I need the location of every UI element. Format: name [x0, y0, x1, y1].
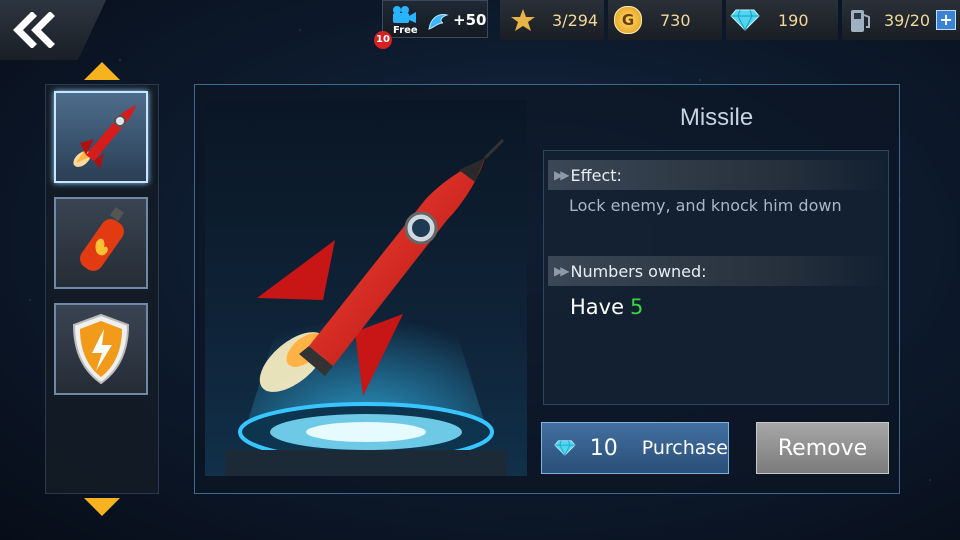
owned-heading-label: Numbers owned: [570, 261, 707, 281]
have-label: Have [570, 295, 625, 319]
scroll-up-arrow-icon[interactable] [84, 62, 120, 80]
gold-counter: G 730 [608, 0, 722, 40]
star-icon [511, 9, 535, 31]
item-title: Missile [679, 104, 754, 131]
gold-value: 730 [660, 10, 691, 30]
gold-coin-icon: G [614, 6, 642, 34]
purchase-cost: 10 [589, 435, 618, 461]
rocket-icon [73, 105, 136, 169]
diamond-value: 190 [778, 10, 809, 30]
video-badge: 10 [374, 31, 392, 49]
purchase-button[interactable]: 10 Purchase [541, 422, 729, 474]
item-slot-shield[interactable] [54, 303, 148, 395]
video-free-label: Free [393, 25, 418, 36]
double-triangle-icon: ▶▶ [554, 168, 570, 182]
remove-button[interactable]: Remove [756, 422, 889, 474]
video-camera-icon [393, 6, 416, 23]
item-slot-missile[interactable] [54, 91, 148, 183]
lightning-shield-icon [72, 313, 130, 385]
stars-counter: 3/294 [500, 0, 604, 40]
effect-description: Lock enemy, and knock him down [569, 196, 842, 215]
fire-extinguisher-icon [80, 207, 124, 271]
fuel-pump-icon [851, 10, 870, 32]
have-count: 5 [630, 295, 644, 319]
missile-preview-illustration [225, 138, 507, 476]
diamond-counter: 190 [726, 0, 838, 40]
effect-heading-label: Effect: [570, 165, 622, 185]
blue-energy-icon [428, 14, 449, 30]
diamond-icon [554, 440, 576, 457]
owned-count: Have 5 [570, 295, 643, 319]
video-bonus-value: +50 [453, 11, 487, 29]
add-fuel-button[interactable]: + [936, 10, 957, 30]
fuel-value: 39/20 [884, 10, 931, 30]
scroll-down-arrow-icon[interactable] [84, 498, 120, 516]
owned-heading: ▶▶ Numbers owned: [548, 256, 886, 286]
effect-heading: ▶▶ Effect: [548, 160, 886, 190]
double-chevron-left-icon [13, 12, 55, 48]
fuel-counter: 39/20 + [842, 0, 960, 40]
video-reward[interactable]: 10 Free +50 [374, 0, 488, 49]
stars-value: 3/294 [552, 10, 599, 30]
item-slot-extinguisher[interactable] [54, 197, 148, 289]
diamond-icon [730, 9, 760, 31]
purchase-label: Purchase [641, 437, 728, 459]
item-preview [205, 100, 527, 476]
double-triangle-icon: ▶▶ [554, 264, 570, 278]
item-list [45, 84, 159, 494]
